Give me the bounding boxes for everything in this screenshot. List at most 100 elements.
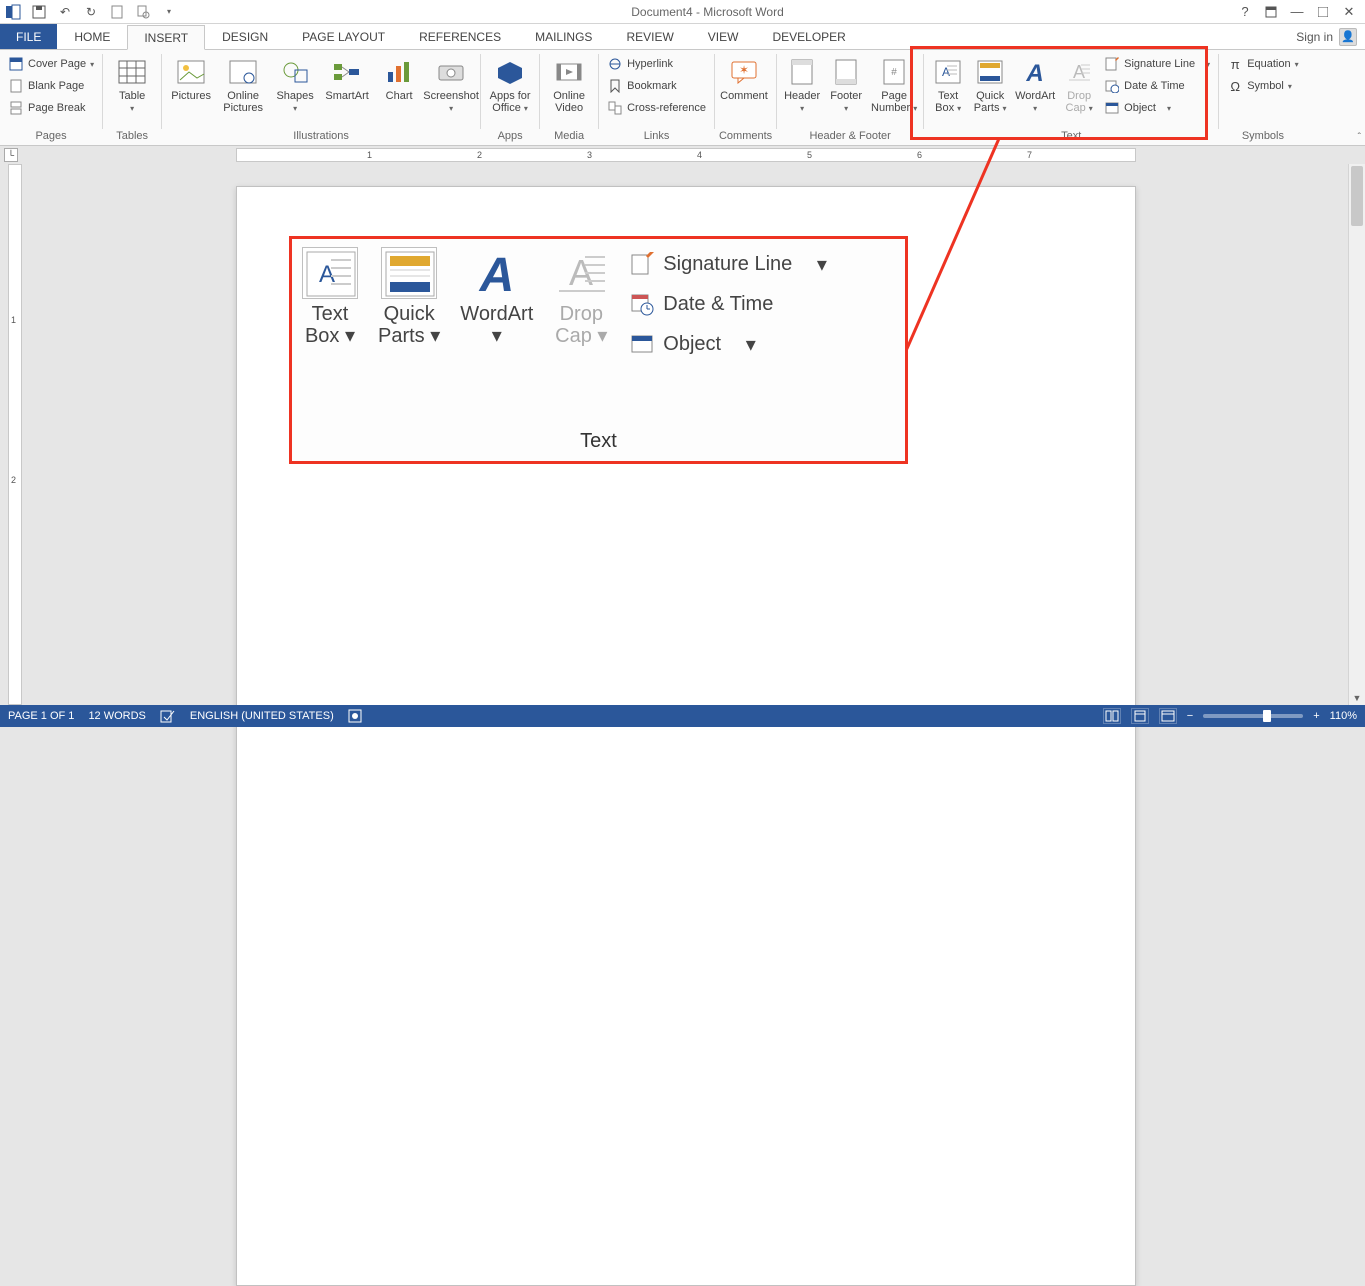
shapes-button[interactable]: Shapes▾ — [270, 52, 320, 115]
group-tables: Table▾ Tables — [103, 50, 161, 145]
screenshot-button[interactable]: Screenshot▾ — [426, 52, 476, 115]
new-doc-icon[interactable] — [108, 3, 126, 21]
page-number-button[interactable]: #Page Number ▾ — [869, 52, 919, 115]
zoom-in-icon[interactable]: + — [1313, 710, 1319, 722]
object-button[interactable]: Object ▾ — [1100, 98, 1214, 118]
tab-design[interactable]: DESIGN — [205, 24, 285, 49]
undo-icon[interactable]: ↶ — [56, 3, 74, 21]
chart-button[interactable]: Chart — [374, 52, 424, 102]
group-links-label: Links — [603, 129, 710, 145]
zoom-level[interactable]: 110% — [1330, 710, 1357, 722]
sign-in-label: Sign in — [1296, 30, 1333, 44]
text-box-button[interactable]: AText Box ▾ — [928, 52, 968, 115]
qat-customize-icon[interactable]: ▾ — [160, 3, 178, 21]
title-bar: ↶ ↻ ▾ Document4 - Microsoft Word ? — ✕ — [0, 0, 1365, 24]
online-pictures-icon — [227, 56, 259, 88]
page-break-button[interactable]: Page Break — [4, 98, 98, 118]
zoom-out-icon[interactable]: − — [1187, 710, 1193, 722]
tab-page-layout[interactable]: PAGE LAYOUT — [285, 24, 402, 49]
group-pages: Cover Page ▾ Blank Page Page Break Pages — [0, 50, 102, 145]
symbol-button[interactable]: ΩSymbol ▾ — [1223, 76, 1302, 96]
hyperlink-icon — [607, 56, 623, 72]
view-web-layout-icon[interactable] — [1159, 708, 1177, 724]
signature-line-button[interactable]: Signature Line ▾ — [1100, 54, 1214, 74]
table-button[interactable]: Table▾ — [107, 52, 157, 115]
zoom-slider-thumb[interactable] — [1263, 710, 1271, 722]
horizontal-ruler[interactable]: 1234567 — [236, 148, 1136, 162]
apps-for-office-button[interactable]: Apps for Office ▾ — [485, 52, 535, 115]
save-icon[interactable] — [30, 3, 48, 21]
vertical-scrollbar[interactable]: ▲ ▼ — [1348, 164, 1365, 705]
drop-cap-button[interactable]: ADrop Cap ▾ — [1060, 52, 1098, 115]
online-video-button[interactable]: Online Video — [544, 52, 594, 114]
ruler-row: └ 1234567 — [0, 146, 1365, 164]
pictures-button[interactable]: Pictures — [166, 52, 216, 102]
tab-insert[interactable]: INSERT — [127, 25, 205, 50]
tab-review[interactable]: REVIEW — [609, 24, 690, 49]
redo-icon[interactable]: ↻ — [82, 3, 100, 21]
group-text: AText Box ▾ Quick Parts ▾ AWordArt▾ ADro… — [924, 50, 1218, 145]
scroll-down-icon[interactable]: ▼ — [1349, 690, 1365, 705]
apps-icon — [494, 56, 526, 88]
wordart-button[interactable]: AWordArt▾ — [1012, 52, 1058, 115]
ribbon-display-icon[interactable] — [1263, 4, 1279, 20]
help-icon[interactable]: ? — [1237, 4, 1253, 20]
group-illustrations-label: Illustrations — [166, 129, 476, 145]
window-title: Document4 - Microsoft Word — [178, 5, 1237, 19]
status-macro-icon[interactable] — [348, 709, 362, 723]
tab-view[interactable]: VIEW — [691, 24, 756, 49]
shapes-icon — [279, 56, 311, 88]
tab-mailings[interactable]: MAILINGS — [518, 24, 609, 49]
scrollbar-thumb[interactable] — [1351, 166, 1363, 226]
vertical-ruler[interactable]: 12 — [8, 164, 22, 705]
comment-button[interactable]: ✶Comment — [719, 52, 769, 102]
equation-button[interactable]: πEquation ▾ — [1223, 54, 1302, 74]
blank-page-button[interactable]: Blank Page — [4, 76, 98, 96]
svg-text:A: A — [942, 65, 950, 79]
tab-selector[interactable]: └ — [4, 148, 18, 162]
maximize-icon[interactable] — [1315, 4, 1331, 20]
screenshot-icon — [435, 56, 467, 88]
signature-icon — [1104, 56, 1120, 72]
collapse-ribbon-icon[interactable]: ˆ — [1358, 132, 1361, 143]
tab-file[interactable]: FILE — [0, 24, 57, 49]
window-controls: ? — ✕ — [1237, 4, 1365, 20]
ribbon-tabs: FILE HOME INSERT DESIGN PAGE LAYOUT REFE… — [0, 24, 1365, 50]
print-preview-icon[interactable] — [134, 3, 152, 21]
status-language[interactable]: ENGLISH (UNITED STATES) — [190, 710, 334, 722]
status-spellcheck-icon[interactable] — [160, 709, 176, 723]
svg-text:A: A — [1025, 60, 1043, 85]
close-icon[interactable]: ✕ — [1341, 4, 1357, 20]
equation-icon: π — [1227, 56, 1243, 72]
cover-page-button[interactable]: Cover Page ▾ — [4, 54, 98, 74]
view-print-layout-icon[interactable] — [1131, 708, 1149, 724]
page-number-icon: # — [878, 56, 910, 88]
tab-references[interactable]: REFERENCES — [402, 24, 518, 49]
view-read-mode-icon[interactable] — [1103, 708, 1121, 724]
quick-parts-button[interactable]: Quick Parts ▾ — [970, 52, 1010, 115]
hyperlink-button[interactable]: Hyperlink — [603, 54, 710, 74]
object-icon — [1104, 100, 1120, 116]
pictures-icon — [175, 56, 207, 88]
document-page[interactable] — [236, 186, 1136, 1286]
group-pages-label: Pages — [4, 129, 98, 145]
header-button[interactable]: Header▾ — [781, 52, 823, 115]
minimize-icon[interactable]: — — [1289, 4, 1305, 20]
group-comments: ✶Comment Comments — [715, 50, 776, 145]
group-apps-label: Apps — [485, 129, 535, 145]
tab-home[interactable]: HOME — [57, 24, 127, 49]
footer-button[interactable]: Footer▾ — [825, 52, 867, 115]
sign-in-area[interactable]: Sign in 👤 — [1296, 24, 1365, 49]
online-pictures-button[interactable]: Online Pictures — [218, 52, 268, 114]
smartart-button[interactable]: SmartArt — [322, 52, 372, 102]
bookmark-button[interactable]: Bookmark — [603, 76, 710, 96]
status-page[interactable]: PAGE 1 OF 1 — [8, 710, 74, 722]
status-words[interactable]: 12 WORDS — [88, 710, 145, 722]
date-time-button[interactable]: Date & Time — [1100, 76, 1214, 96]
zoom-slider[interactable] — [1203, 714, 1303, 718]
group-tables-label: Tables — [107, 129, 157, 145]
tab-developer[interactable]: DEVELOPER — [755, 24, 862, 49]
cross-reference-button[interactable]: Cross-reference — [603, 98, 710, 118]
bookmark-icon — [607, 78, 623, 94]
chart-icon — [383, 56, 415, 88]
